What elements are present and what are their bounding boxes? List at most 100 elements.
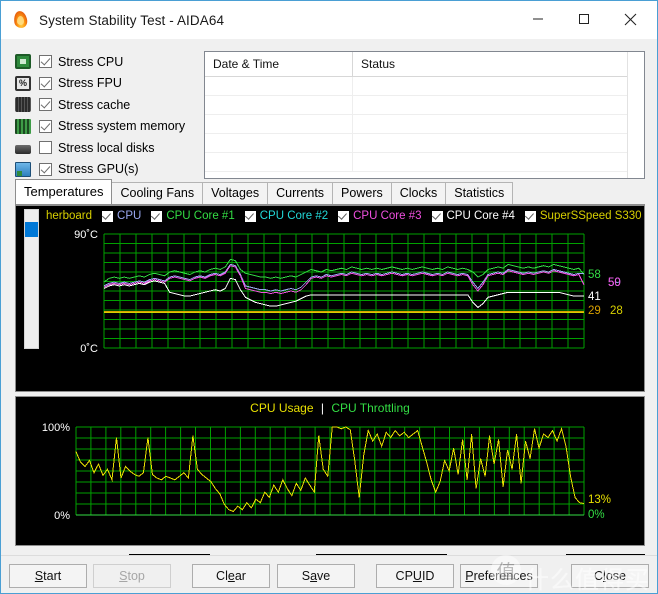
cpu-usage-panel: CPU Usage | CPU Throttling 100% 0% 13% 0% (15, 396, 645, 546)
usage-end-value-cpu: 13% (588, 494, 611, 506)
temp-end-value-5: 28 (610, 305, 623, 317)
legend-item-motherboard[interactable]: herboard (46, 210, 92, 222)
tab-cooling-fans[interactable]: Cooling Fans (111, 182, 204, 204)
title-bar: System Stability Test - AIDA64 (1, 1, 657, 39)
legend-checkbox-cpu-core-4[interactable] (431, 210, 443, 222)
clear-button[interactable]: Clear (192, 564, 270, 588)
memory-module-icon (15, 118, 31, 134)
stress-gpu-checkbox[interactable] (39, 162, 52, 176)
legend-item-cpu-core-3[interactable]: CPU Core #3 (338, 210, 422, 222)
stress-option-cpu[interactable]: Stress CPU (15, 52, 195, 71)
close-button[interactable] (607, 4, 653, 34)
temperature-legend: herboard CPU CPU Core #1 CPU Core #2 CPU… (16, 206, 644, 226)
column-header-datetime[interactable]: Date & Time (205, 52, 353, 76)
stress-cache-checkbox[interactable] (39, 98, 52, 112)
tab-statistics[interactable]: Statistics (445, 182, 514, 204)
legend-checkbox-cpu-core-2[interactable] (244, 210, 256, 222)
cpu-usage-legend-label: CPU Usage (250, 401, 314, 415)
temp-axis-min-label: 0˚C (80, 343, 98, 355)
tab-currents[interactable]: Currents (267, 182, 334, 204)
stress-fpu-checkbox[interactable] (39, 76, 52, 90)
top-section: Stress CPU Stress FPU Stress cache Stres… (15, 51, 645, 179)
temp-end-value-2: 50 (608, 277, 621, 289)
close-dialog-button[interactable]: Close (571, 564, 649, 588)
legend-item-ssd[interactable]: SuperSSpeed S330 5 (524, 210, 644, 222)
legend-label-cpu-core-3: CPU Core #3 (353, 210, 422, 222)
temperature-panel: herboard CPU CPU Core #1 CPU Core #2 CPU… (15, 205, 645, 392)
cpu-throttling-legend-label: CPU Throttling (331, 401, 410, 415)
event-list[interactable]: Date & Time Status (204, 51, 645, 179)
chart-tabs: Temperatures Cooling Fans Voltages Curre… (15, 179, 645, 205)
usage-axis-max-label: 100% (42, 422, 70, 434)
legend-item-cpu-core-2[interactable]: CPU Core #2 (244, 210, 329, 222)
legend-label-ssd: SuperSSpeed S330 5 (539, 210, 644, 222)
legend-checkbox-cpu-core-3[interactable] (338, 210, 350, 222)
usage-end-value-throttle: 0% (588, 509, 605, 521)
minimize-button[interactable] (515, 4, 561, 34)
event-list-scrollbar[interactable] (627, 52, 644, 178)
table-row[interactable] (205, 96, 644, 115)
legend-checkbox-cpu[interactable] (102, 210, 114, 222)
tab-clocks[interactable]: Clocks (390, 182, 447, 204)
legend-separator: | (320, 401, 324, 415)
window-title: System Stability Test - AIDA64 (39, 12, 225, 28)
legend-label-cpu-core-2: CPU Core #2 (259, 210, 329, 222)
legend-label-cpu: CPU (117, 210, 142, 222)
cpu-usage-title: CPU Usage | CPU Throttling (16, 401, 644, 415)
legend-checkbox-cpu-core-1[interactable] (151, 210, 163, 222)
legend-checkbox-ssd[interactable] (524, 210, 536, 222)
preferences-button[interactable]: Preferences (460, 564, 538, 588)
temp-axis-max-label: 90˚C (74, 229, 98, 241)
cpuid-button[interactable]: CPUID (376, 564, 454, 588)
stress-option-disks[interactable]: Stress local disks (15, 138, 195, 157)
table-row[interactable] (205, 153, 644, 172)
button-bar: Start Stop Clear Save CPUID Preferences … (1, 555, 657, 593)
tab-voltages[interactable]: Voltages (202, 182, 269, 204)
stress-disks-checkbox[interactable] (39, 141, 52, 155)
window-controls (515, 4, 653, 34)
hard-disk-icon (15, 144, 31, 154)
flame-icon (11, 10, 31, 30)
stop-button: Stop (93, 564, 171, 588)
legend-label-cpu-core-1: CPU Core #1 (166, 210, 235, 222)
temp-end-value-0: 58 (588, 269, 601, 281)
main-content: Stress CPU Stress FPU Stress cache Stres… (1, 39, 657, 576)
event-list-header: Date & Time Status (205, 52, 644, 77)
tab-powers[interactable]: Powers (332, 182, 392, 204)
stress-options-panel: Stress CPU Stress FPU Stress cache Stres… (15, 51, 195, 179)
stress-option-cache[interactable]: Stress cache (15, 95, 195, 114)
usage-axis-min-label: 0% (54, 510, 70, 522)
tab-temperatures[interactable]: Temperatures (15, 179, 113, 204)
stress-option-fpu[interactable]: Stress FPU (15, 74, 195, 93)
stress-memory-checkbox[interactable] (39, 119, 52, 133)
legend-item-cpu-core-1[interactable]: CPU Core #1 (151, 210, 235, 222)
legend-label-motherboard: herboard (46, 210, 93, 222)
stress-cache-label: Stress cache (58, 97, 131, 112)
gpu-monitor-icon (15, 161, 31, 177)
legend-item-cpu[interactable]: CPU (102, 210, 141, 222)
legend-item-cpu-core-4[interactable]: CPU Core #4 (431, 210, 515, 222)
temp-end-value-4: 29 (588, 305, 601, 317)
event-list-rows (205, 77, 644, 172)
temperature-chart: 90˚C0˚C5859504129 28 (74, 229, 623, 355)
stress-cpu-checkbox[interactable] (39, 55, 52, 68)
temp-end-value-3: 41 (588, 291, 601, 303)
stress-option-gpu[interactable]: Stress GPU(s) (15, 160, 195, 179)
start-button[interactable]: Start (9, 564, 87, 588)
stress-memory-label: Stress system memory (58, 119, 186, 134)
fpu-chip-icon (15, 75, 31, 91)
table-row[interactable] (205, 115, 644, 134)
maximize-button[interactable] (561, 4, 607, 34)
table-row[interactable] (205, 77, 644, 96)
cache-chip-icon (15, 97, 31, 113)
cpu-usage-chart: 100% 0% 13% 0% (42, 422, 611, 522)
stress-option-memory[interactable]: Stress system memory (15, 117, 195, 136)
column-header-status[interactable]: Status (353, 52, 644, 76)
table-row[interactable] (205, 134, 644, 153)
legend-label-cpu-core-4: CPU Core #4 (446, 210, 515, 222)
stress-cpu-label: Stress CPU (58, 54, 124, 69)
cpu-chip-icon (15, 54, 31, 69)
stress-gpu-label: Stress GPU(s) (58, 162, 139, 177)
save-button[interactable]: Save (277, 564, 355, 588)
stress-disks-label: Stress local disks (58, 140, 155, 155)
